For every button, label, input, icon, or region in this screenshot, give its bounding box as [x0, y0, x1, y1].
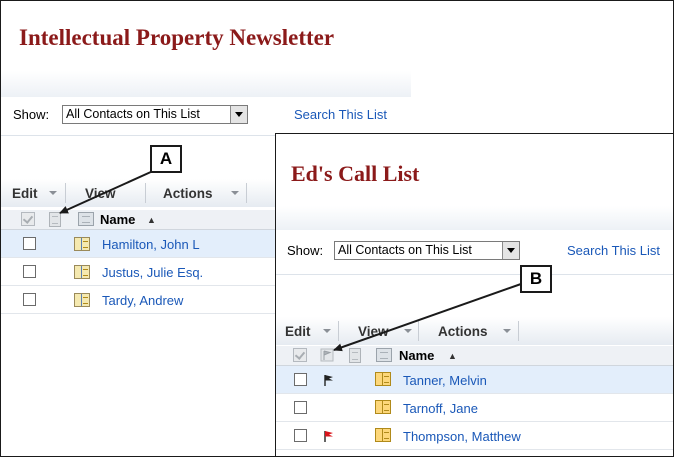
- edit-menu[interactable]: Edit: [285, 324, 311, 339]
- contact-name-link[interactable]: Thompson, Matthew: [403, 429, 521, 444]
- actions-dropdown-icon[interactable]: [229, 185, 240, 201]
- edit-dropdown-icon[interactable]: [47, 185, 58, 201]
- table-row[interactable]: Tarnoff, Jane: [276, 394, 673, 422]
- select-all-checkbox-icon[interactable]: [293, 348, 307, 362]
- toolbar-separator: [418, 321, 419, 341]
- select-all-checkbox-icon[interactable]: [21, 212, 35, 226]
- header-band: [276, 206, 673, 230]
- edit-dropdown-icon[interactable]: [321, 323, 332, 339]
- contact-card-icon: [74, 237, 90, 251]
- toolbar-separator: [246, 183, 247, 203]
- sort-ascending-icon: ▲: [448, 351, 457, 361]
- contact-card-icon: [74, 265, 90, 279]
- contact-card-icon: [74, 293, 90, 307]
- contact-type-column-icon: [376, 348, 392, 362]
- divider: [276, 274, 673, 275]
- edit-menu[interactable]: Edit: [12, 186, 38, 201]
- contact-name-link[interactable]: Tarnoff, Jane: [403, 401, 478, 416]
- page-title: Ed's Call List: [291, 161, 420, 186]
- toolbar-separator: [518, 321, 519, 341]
- table-row[interactable]: Thompson, Matthew: [276, 422, 673, 450]
- contact-card-icon: [375, 400, 391, 414]
- page-title: Intellectual Property Newsletter: [19, 25, 335, 50]
- contact-name-link[interactable]: Tanner, Melvin: [403, 373, 487, 388]
- row-checkbox[interactable]: [23, 265, 36, 278]
- table-row[interactable]: Tanner, Melvin: [276, 366, 673, 394]
- flag-icon[interactable]: [322, 373, 336, 387]
- actions-menu[interactable]: Actions: [163, 186, 213, 201]
- chevron-down-icon[interactable]: [230, 106, 247, 123]
- chevron-down-icon[interactable]: [502, 242, 519, 259]
- column-header-row: Name ▲: [1, 210, 275, 230]
- view-dropdown-icon[interactable]: [402, 323, 413, 339]
- search-this-list-link[interactable]: Search This List: [567, 243, 660, 258]
- divider: [1, 135, 275, 136]
- list-toolbar: Edit View Actions: [276, 317, 673, 345]
- view-menu[interactable]: View: [85, 186, 116, 201]
- callout-b: B: [520, 265, 552, 293]
- toolbar-separator: [65, 183, 66, 203]
- contact-name-link[interactable]: Justus, Julie Esq.: [102, 265, 203, 280]
- callout-a: A: [150, 145, 182, 173]
- row-checkbox[interactable]: [23, 237, 36, 250]
- column-header-row: Name ▲: [276, 346, 673, 366]
- show-label: Show:: [13, 107, 50, 122]
- row-checkbox[interactable]: [23, 293, 36, 306]
- show-filter-select[interactable]: All Contacts on This List: [62, 105, 248, 124]
- flag-icon[interactable]: [322, 429, 336, 443]
- contact-name-link[interactable]: Hamilton, John L: [102, 237, 200, 252]
- toolbar-separator: [145, 183, 146, 203]
- show-filter-select[interactable]: All Contacts on This List: [334, 241, 520, 260]
- show-filter-value: All Contacts on This List: [66, 107, 200, 121]
- contact-list-window-eds-call-list: Ed's Call List Show: All Contacts on Thi…: [275, 133, 674, 457]
- show-filter-value: All Contacts on This List: [338, 243, 472, 257]
- actions-menu[interactable]: Actions: [438, 324, 488, 339]
- flag-column-icon: [319, 347, 335, 363]
- name-column-header[interactable]: Name: [100, 212, 135, 227]
- table-row[interactable]: Hamilton, John L: [1, 230, 275, 258]
- show-label: Show:: [287, 243, 324, 258]
- row-checkbox[interactable]: [294, 373, 307, 386]
- name-column-header[interactable]: Name: [399, 348, 434, 363]
- table-row[interactable]: Justus, Julie Esq.: [1, 258, 275, 286]
- view-menu[interactable]: View: [358, 324, 389, 339]
- actions-dropdown-icon[interactable]: [501, 323, 512, 339]
- contact-type-column-icon: [78, 212, 94, 226]
- contact-card-icon: [375, 428, 391, 442]
- header-band: [1, 71, 411, 97]
- attachment-column-icon: [349, 348, 361, 363]
- search-this-list-link[interactable]: Search This List: [294, 107, 387, 122]
- toolbar-separator: [338, 321, 339, 341]
- row-checkbox[interactable]: [294, 429, 307, 442]
- contact-card-icon: [375, 372, 391, 386]
- row-checkbox[interactable]: [294, 401, 307, 414]
- sort-ascending-icon: ▲: [147, 215, 156, 225]
- table-row[interactable]: Tardy, Andrew: [1, 286, 275, 314]
- attachment-column-icon: [49, 212, 61, 227]
- contact-name-link[interactable]: Tardy, Andrew: [102, 293, 183, 308]
- list-toolbar: Edit View Actions: [1, 179, 275, 207]
